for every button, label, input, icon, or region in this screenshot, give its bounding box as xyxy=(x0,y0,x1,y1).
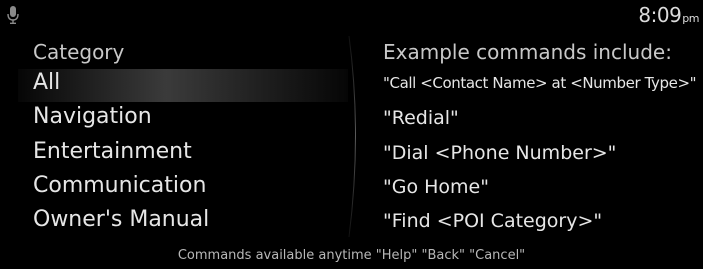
clock: 8:09pm xyxy=(638,3,699,27)
clock-time: 8:09 xyxy=(638,3,682,27)
category-item-communication[interactable]: Communication xyxy=(33,173,206,198)
examples-heading: Example commands include: xyxy=(383,40,672,64)
microphone-icon xyxy=(7,6,19,24)
column-divider xyxy=(348,35,356,238)
status-bar: 8:09pm xyxy=(0,0,703,30)
example-command: "Find <POI Category>" xyxy=(383,210,603,232)
category-item-entertainment[interactable]: Entertainment xyxy=(33,139,192,164)
example-command: "Dial <Phone Number>" xyxy=(383,142,617,164)
clock-ampm: pm xyxy=(682,12,699,25)
category-item-navigation[interactable]: Navigation xyxy=(33,104,152,129)
selected-highlight xyxy=(18,69,348,102)
example-command: "Go Home" xyxy=(383,176,489,198)
example-command: "Redial" xyxy=(383,107,459,129)
global-commands-hint: Commands available anytime "Help" "Back"… xyxy=(177,248,526,263)
example-command: "Call <Contact Name> at <Number Type>" xyxy=(383,74,697,92)
category-item-all[interactable]: All xyxy=(33,70,60,95)
category-heading: Category xyxy=(33,40,125,64)
voice-command-screen: 8:09pm Category All Navigation Entertain… xyxy=(0,0,703,269)
category-item-owners-manual[interactable]: Owner's Manual xyxy=(33,207,209,232)
